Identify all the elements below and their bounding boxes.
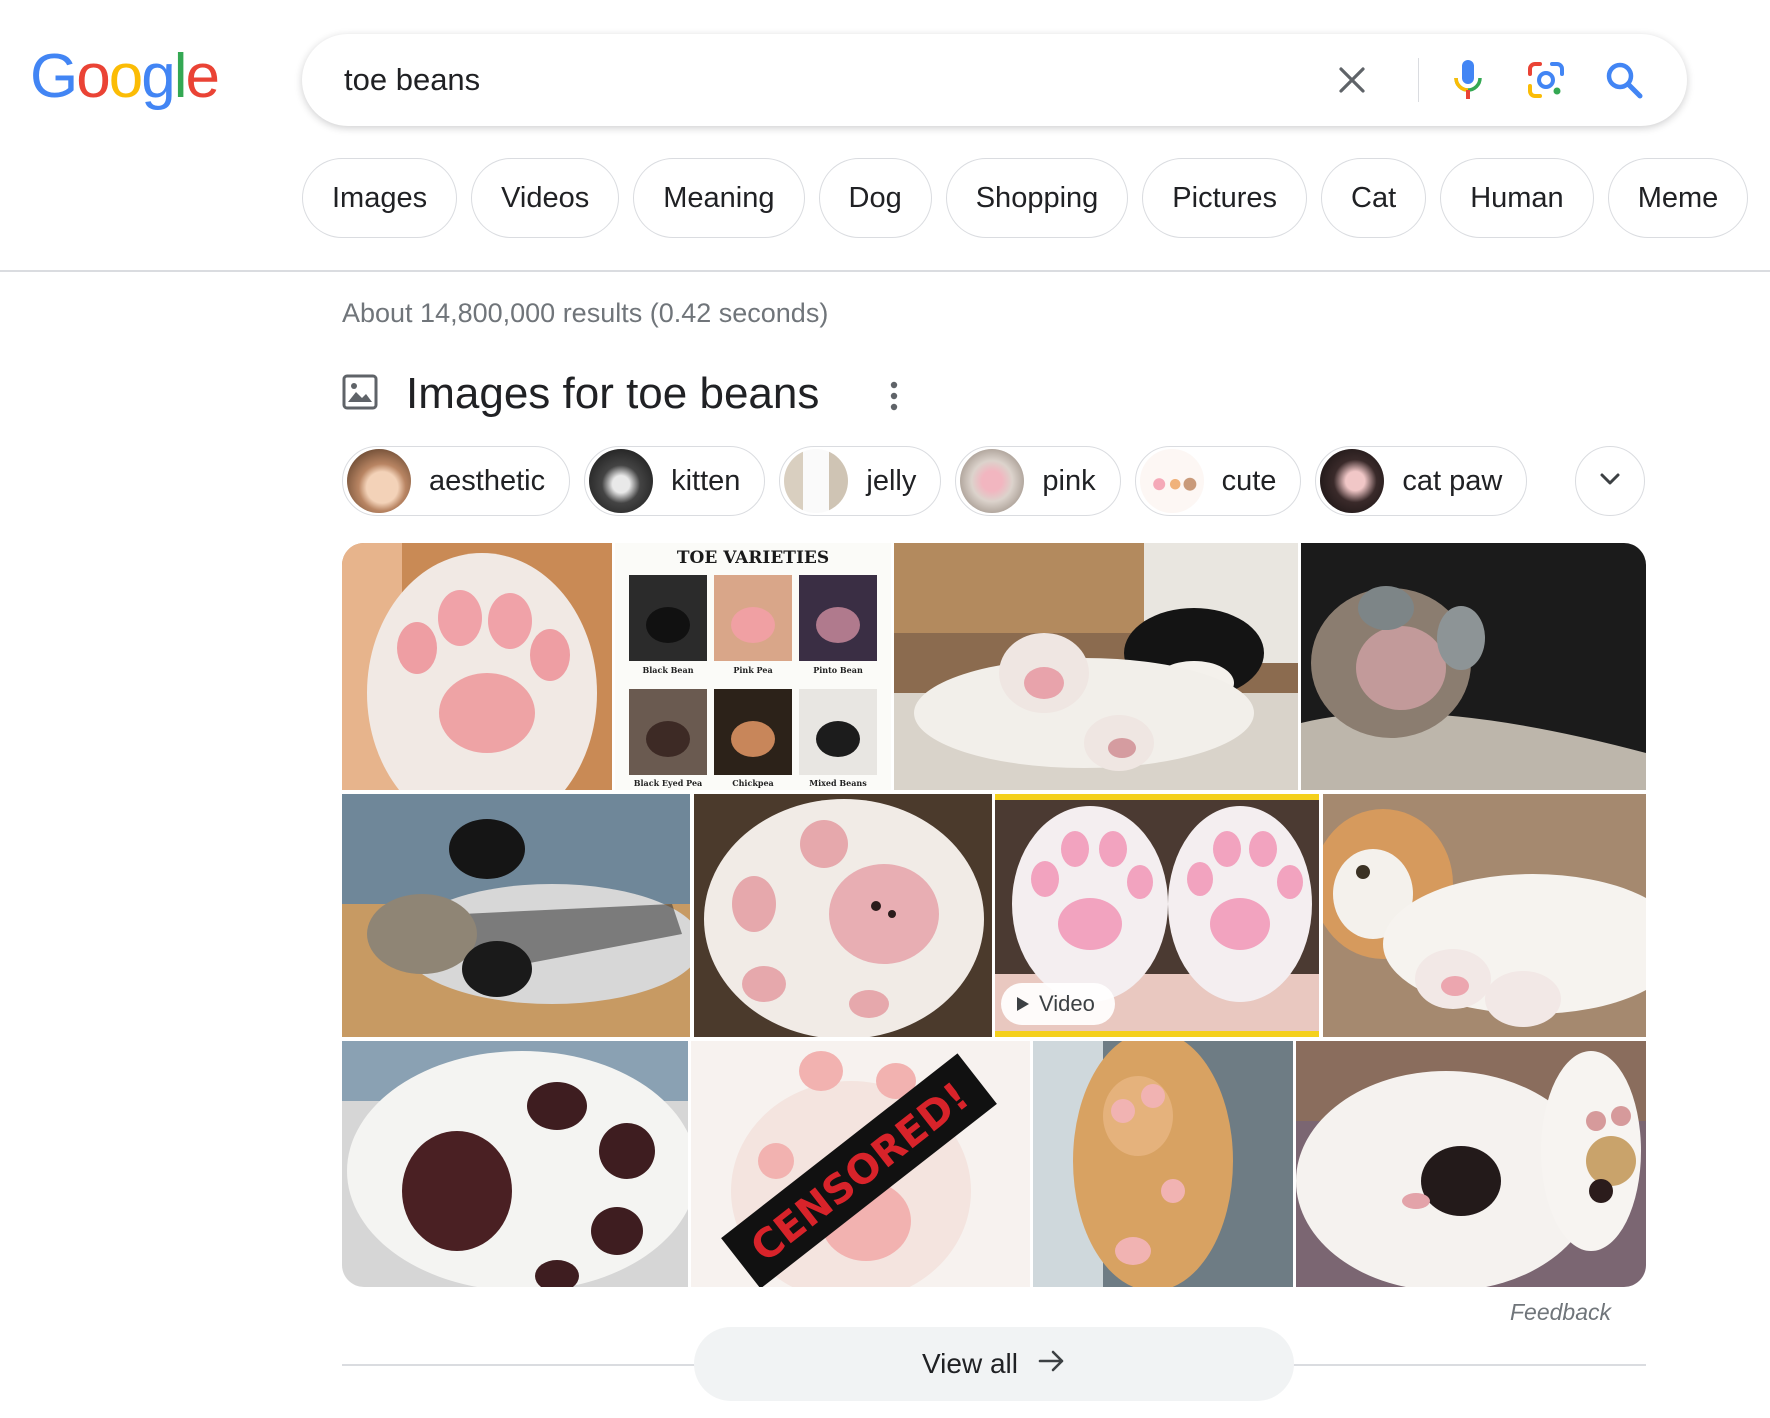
google-logo[interactable]: Google <box>30 42 220 111</box>
logo-letter: o <box>76 42 111 111</box>
chip-label: kitten <box>671 464 741 497</box>
search-bar <box>302 34 1687 126</box>
filter-chip-images[interactable]: Images <box>302 158 458 238</box>
image-result[interactable] <box>1296 1041 1646 1287</box>
search-divider <box>1418 58 1419 102</box>
chip-thumbnail <box>1139 449 1204 513</box>
video-badge: Video <box>1001 983 1115 1025</box>
filter-chip-pictures[interactable]: Pictures <box>1142 158 1308 238</box>
tile-text-title: TOE VARIETIES <box>677 548 829 568</box>
filter-chip-shopping[interactable]: Shopping <box>945 158 1129 238</box>
tile-text-label: Pink Pea <box>733 665 772 675</box>
image-results-grid: TOE VARIETIES Black Bean Pink Pea Pinto … <box>342 543 1646 1287</box>
chip-thumbnail <box>347 449 411 513</box>
image-result[interactable] <box>1033 1041 1293 1287</box>
filter-chip-meaning[interactable]: Meaning <box>633 158 805 238</box>
filter-chip-meme[interactable]: Meme <box>1607 158 1749 238</box>
refine-chip-cat-paw[interactable]: cat paw <box>1315 446 1528 516</box>
tile-text-label: Mixed Beans <box>809 778 867 788</box>
image-result[interactable]: Video <box>995 794 1319 1037</box>
image-result[interactable] <box>342 543 612 790</box>
tile-text-label: Chickpea <box>732 778 774 788</box>
arrow-right-icon <box>1038 1348 1066 1380</box>
image-icon <box>342 374 378 415</box>
expand-refinements-button[interactable] <box>1575 446 1645 516</box>
image-result[interactable]: CENSORED! <box>691 1041 1030 1287</box>
logo-letter: o <box>108 42 144 111</box>
logo-letter: G <box>30 42 78 111</box>
video-badge-label: Video <box>1039 991 1095 1016</box>
image-result[interactable] <box>1323 794 1646 1037</box>
tile-text-label: Black Bean <box>642 665 693 675</box>
refine-chip-pink[interactable]: pink <box>955 446 1121 516</box>
chevron-down-icon <box>1599 472 1621 491</box>
image-result[interactable] <box>694 794 992 1037</box>
close-icon[interactable] <box>1320 34 1384 126</box>
view-all-button[interactable]: View all <box>694 1327 1294 1401</box>
chip-thumbnail <box>784 449 849 513</box>
view-all-label: View all <box>922 1348 1018 1379</box>
logo-letter: e <box>185 42 220 111</box>
tile-text-label: Pinto Bean <box>813 665 863 675</box>
mic-icon[interactable] <box>1436 34 1500 126</box>
logo-letter: l <box>173 42 188 111</box>
filter-chip-videos[interactable]: Videos <box>471 158 620 238</box>
lens-icon[interactable] <box>1514 34 1578 126</box>
result-stats: About 14,800,000 results (0.42 seconds) <box>342 298 829 328</box>
image-refinement-chips: aesthetic kitten jelly pink cute cat paw <box>342 446 1528 516</box>
search-icon[interactable] <box>1592 34 1656 126</box>
filter-chip-cat[interactable]: Cat <box>1321 158 1427 238</box>
refine-chip-aesthetic[interactable]: aesthetic <box>342 446 571 516</box>
refine-chip-jelly[interactable]: jelly <box>779 446 942 516</box>
chip-thumbnail <box>589 449 654 513</box>
chip-label: aesthetic <box>429 464 546 497</box>
image-result[interactable] <box>342 794 690 1037</box>
filter-chip-dog[interactable]: Dog <box>818 158 932 238</box>
chip-label: cat paw <box>1402 464 1503 497</box>
more-vert-icon[interactable] <box>876 374 912 418</box>
search-filter-chips: Images Videos Meaning Dog Shopping Pictu… <box>302 158 1749 238</box>
chip-thumbnail <box>1320 449 1385 513</box>
refine-chip-kitten[interactable]: kitten <box>584 446 766 516</box>
search-input[interactable] <box>344 34 1324 126</box>
image-result[interactable]: TOE VARIETIES Black Bean Pink Pea Pinto … <box>615 543 891 790</box>
tile-text-label: Black Eyed Pea <box>634 778 702 788</box>
chip-label: cute <box>1221 464 1277 497</box>
image-result[interactable] <box>1301 543 1646 790</box>
images-section-heading: Images for toe beans <box>342 366 819 422</box>
image-result[interactable] <box>894 543 1298 790</box>
refine-chip-cute[interactable]: cute <box>1134 446 1302 516</box>
chip-label: jelly <box>866 464 917 497</box>
filter-chip-human[interactable]: Human <box>1440 158 1594 238</box>
images-section-title: Images for toe beans <box>406 369 820 418</box>
header-divider <box>0 270 1770 272</box>
feedback-link[interactable]: Feedback <box>1510 1299 1611 1326</box>
chip-label: pink <box>1042 464 1096 497</box>
play-icon <box>1017 997 1029 1011</box>
chip-thumbnail <box>960 449 1025 513</box>
logo-letter: g <box>141 42 176 111</box>
image-result[interactable] <box>342 1041 688 1287</box>
